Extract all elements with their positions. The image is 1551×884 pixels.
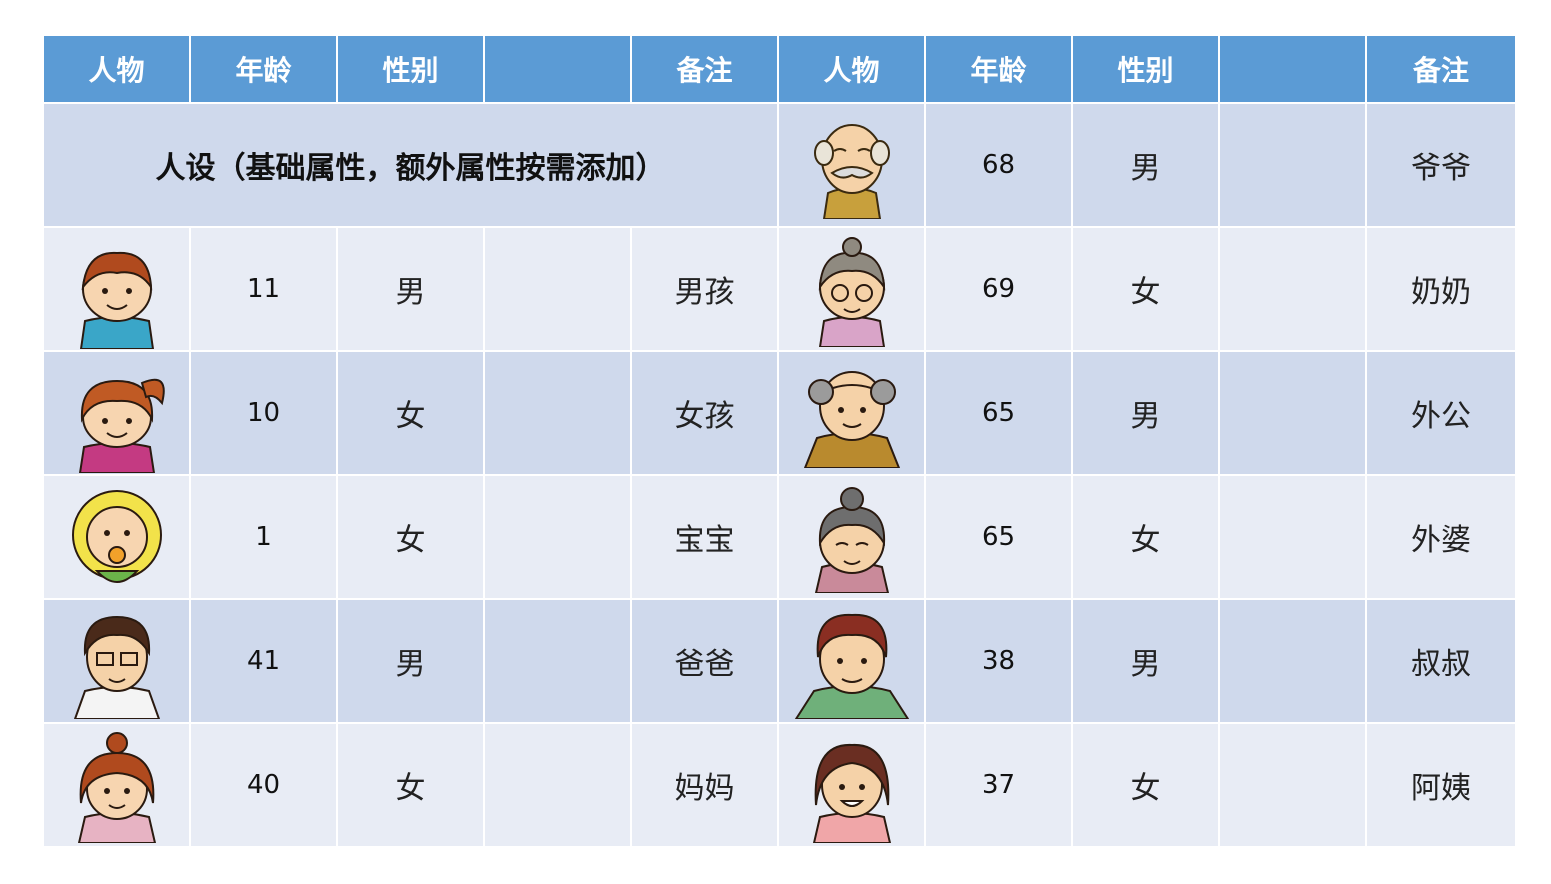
age-cell: 11 — [189, 226, 338, 352]
blank-cell — [1218, 350, 1367, 476]
boy-avatar-icon — [42, 226, 191, 352]
header-gender: 性别 — [336, 34, 485, 104]
baby-avatar-icon — [42, 474, 191, 600]
header-row: 人物 年龄 性别 备注 人物 年龄 性别 备注 — [42, 34, 1517, 104]
header-age-2: 年龄 — [924, 34, 1073, 104]
gender-cell: 男 — [1071, 350, 1220, 476]
grandmother-avatar-icon — [777, 226, 926, 352]
mother-avatar-icon — [42, 722, 191, 848]
age-cell: 65 — [924, 350, 1073, 476]
blank-cell — [483, 474, 632, 600]
header-note: 备注 — [630, 34, 779, 104]
age-cell: 68 — [924, 102, 1073, 228]
table-row: 1 女 宝宝 65 女 外婆 — [42, 474, 1517, 600]
note-cell: 叔叔 — [1365, 598, 1517, 724]
note-cell: 外公 — [1365, 350, 1517, 476]
header-blank — [483, 34, 632, 104]
header-blank-2 — [1218, 34, 1367, 104]
age-cell: 1 — [189, 474, 338, 600]
header-person-2: 人物 — [777, 34, 926, 104]
note-cell: 爷爷 — [1365, 102, 1517, 228]
table-row: 40 女 妈妈 37 女 阿姨 — [42, 722, 1517, 848]
note-cell: 奶奶 — [1365, 226, 1517, 352]
header-note-2: 备注 — [1365, 34, 1517, 104]
table-row: 10 女 女孩 65 男 外公 — [42, 350, 1517, 476]
blank-cell — [1218, 722, 1367, 848]
gender-cell: 男 — [1071, 598, 1220, 724]
blank-cell — [1218, 226, 1367, 352]
note-cell: 爸爸 — [630, 598, 779, 724]
note-cell: 妈妈 — [630, 722, 779, 848]
gender-cell: 女 — [1071, 474, 1220, 600]
gender-cell: 女 — [336, 350, 485, 476]
gender-cell: 女 — [336, 722, 485, 848]
note-cell: 阿姨 — [1365, 722, 1517, 848]
girl-avatar-icon — [42, 350, 191, 476]
gender-cell: 男 — [336, 226, 485, 352]
header-age: 年龄 — [189, 34, 338, 104]
blank-cell — [483, 598, 632, 724]
blank-cell — [483, 722, 632, 848]
table-title: 人设（基础属性，额外属性按需添加） — [42, 102, 779, 228]
header-person: 人物 — [42, 34, 191, 104]
note-cell: 男孩 — [630, 226, 779, 352]
age-cell: 10 — [189, 350, 338, 476]
gender-cell: 女 — [1071, 226, 1220, 352]
maternal-grandfather-avatar-icon — [777, 350, 926, 476]
gender-cell: 男 — [336, 598, 485, 724]
age-cell: 37 — [924, 722, 1073, 848]
note-cell: 女孩 — [630, 350, 779, 476]
aunt-avatar-icon — [777, 722, 926, 848]
blank-cell — [483, 350, 632, 476]
uncle-avatar-icon — [777, 598, 926, 724]
note-cell: 宝宝 — [630, 474, 779, 600]
age-cell: 69 — [924, 226, 1073, 352]
blank-cell — [483, 226, 632, 352]
age-cell: 38 — [924, 598, 1073, 724]
age-cell: 65 — [924, 474, 1073, 600]
table-row: 人设（基础属性，额外属性按需添加） 68 男 爷爷 — [42, 102, 1517, 228]
father-avatar-icon — [42, 598, 191, 724]
maternal-grandmother-avatar-icon — [777, 474, 926, 600]
gender-cell: 女 — [336, 474, 485, 600]
table-row: 41 男 爸爸 38 男 叔叔 — [42, 598, 1517, 724]
gender-cell: 女 — [1071, 722, 1220, 848]
header-gender-2: 性别 — [1071, 34, 1220, 104]
blank-cell — [1218, 474, 1367, 600]
persona-table: 人物 年龄 性别 备注 人物 年龄 性别 备注 人设（基础属性，额外属性按需添加… — [42, 34, 1517, 848]
note-cell: 外婆 — [1365, 474, 1517, 600]
blank-cell — [1218, 102, 1367, 228]
blank-cell — [1218, 598, 1367, 724]
age-cell: 40 — [189, 722, 338, 848]
gender-cell: 男 — [1071, 102, 1220, 228]
table-row: 11 男 男孩 69 女 奶奶 — [42, 226, 1517, 352]
age-cell: 41 — [189, 598, 338, 724]
grandfather-avatar-icon — [777, 102, 926, 228]
